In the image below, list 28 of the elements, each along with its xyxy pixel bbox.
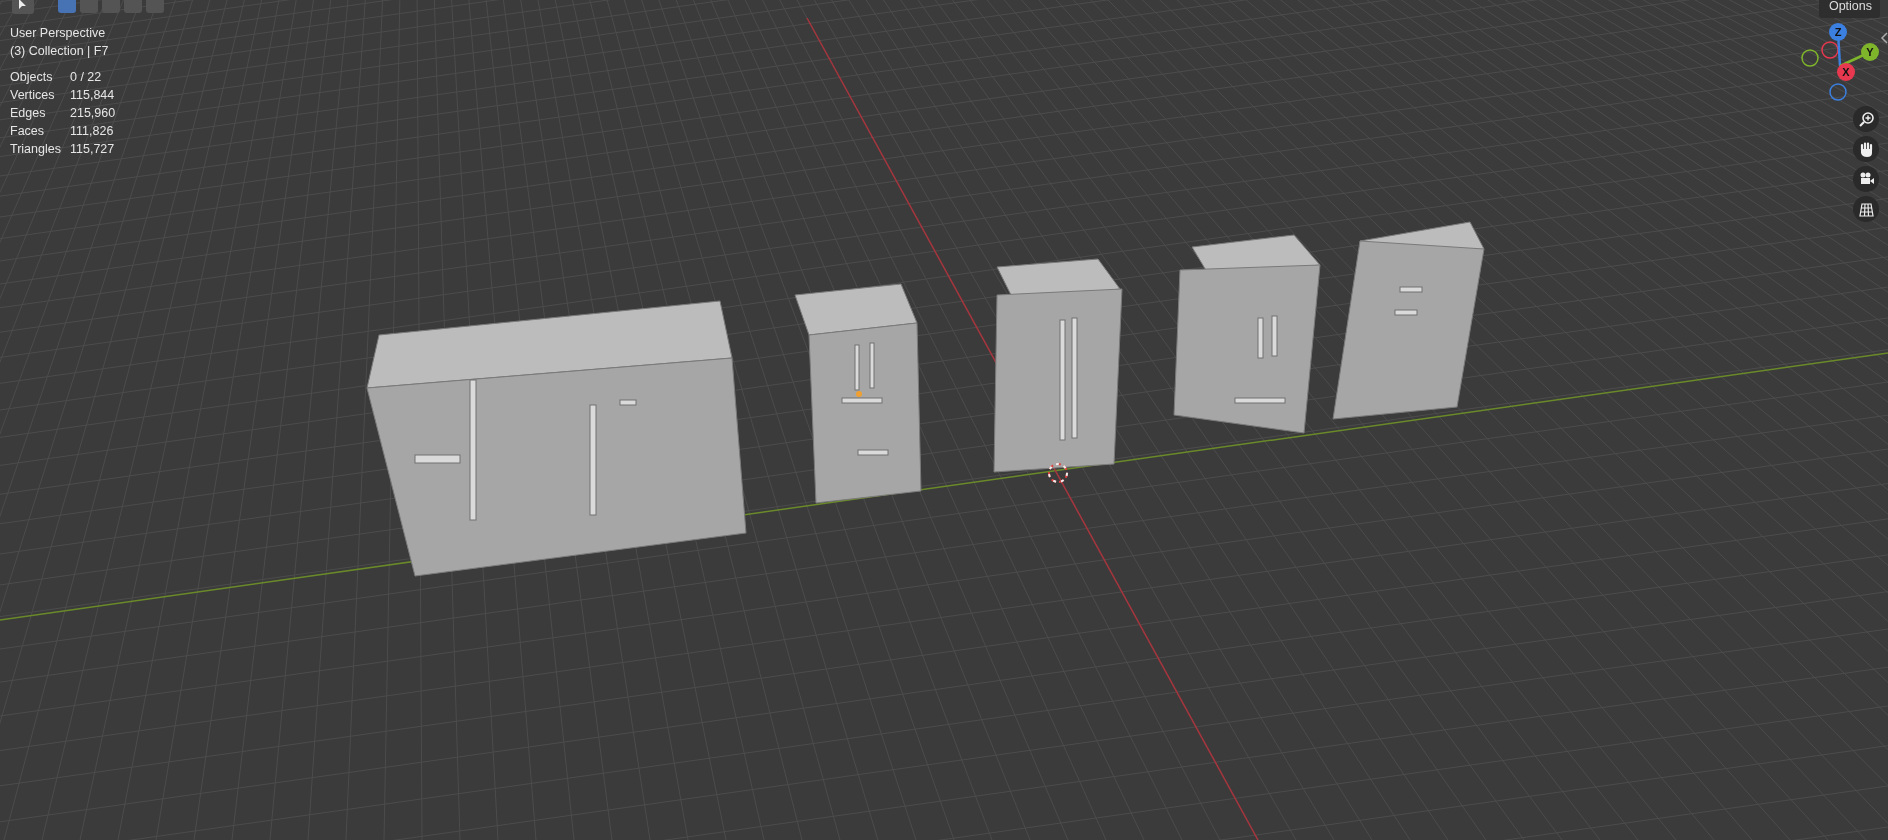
navigation-button[interactable]	[1853, 196, 1879, 222]
negative-axis-handle[interactable]	[1829, 83, 1847, 101]
navigation-button[interactable]	[1853, 136, 1879, 162]
navigation-button[interactable]	[1853, 166, 1879, 192]
select-tool-button[interactable]	[12, 0, 34, 14]
cursor-icon	[18, 0, 28, 10]
collection-label: (3) Collection | F7	[10, 43, 110, 60]
stat-label: Vertices	[10, 87, 56, 104]
stat-value: 115,844	[70, 87, 115, 104]
stat-label: Edges	[10, 105, 47, 122]
stat-value: 115,727	[70, 141, 115, 158]
stat-label: Objects	[10, 69, 54, 86]
grid-icon	[1857, 200, 1875, 218]
stat-label: Triangles	[10, 141, 62, 158]
3d-cursor-icon	[1048, 463, 1068, 483]
stat-value: 111,826	[70, 123, 114, 140]
negative-axis-handle[interactable]	[1801, 49, 1819, 67]
options-dropdown[interactable]: Options	[1818, 0, 1880, 18]
origin-point-icon	[856, 391, 862, 397]
axis-gizmo[interactable]: Z Y X	[1790, 20, 1886, 110]
axis-handle[interactable]: X	[1837, 63, 1855, 81]
negative-axis-handle[interactable]	[1821, 41, 1839, 59]
stat-label: Faces	[10, 123, 46, 140]
navigation-button[interactable]	[1853, 106, 1879, 132]
zoom-icon	[1857, 110, 1875, 128]
view-name: User Perspective	[10, 25, 107, 42]
stat-value: 0 / 22	[70, 69, 102, 86]
stat-value: 215,960	[70, 105, 116, 122]
